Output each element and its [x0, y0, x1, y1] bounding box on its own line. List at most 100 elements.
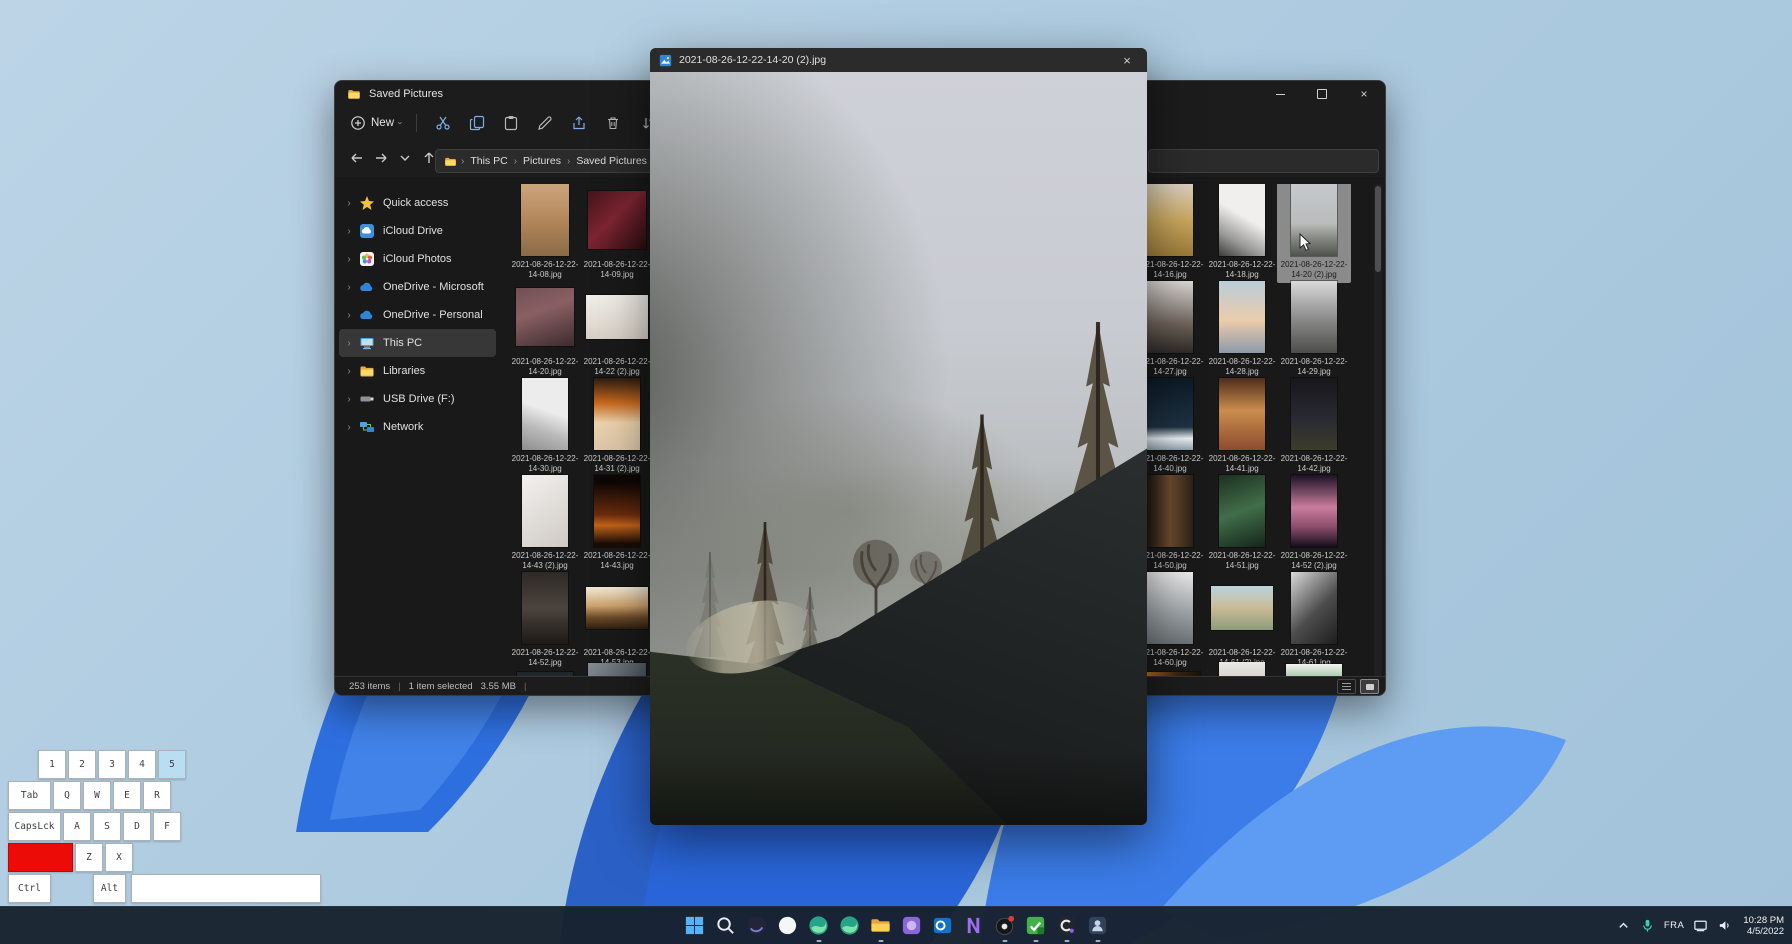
file-item[interactable]: 2021-08-26-12-22-14-09.jpg	[583, 184, 651, 280]
clock[interactable]: 10:28 PM 4/5/2022	[1743, 915, 1784, 937]
chevron-right-icon[interactable]: ›	[339, 338, 359, 349]
forward-button[interactable]	[370, 147, 392, 169]
cortana-icon[interactable]	[741, 907, 772, 944]
file-thumbnail[interactable]	[1219, 378, 1265, 450]
file-thumbnail[interactable]	[1211, 586, 1273, 630]
share-button[interactable]	[565, 110, 593, 136]
scrollbar-thumb[interactable]	[1375, 186, 1381, 272]
file-thumbnail[interactable]	[1147, 184, 1193, 256]
file-item[interactable]: 2021-08-26-12-22-14-43.jpg	[583, 475, 651, 571]
outlook-icon[interactable]	[927, 907, 958, 944]
file-thumbnail[interactable]	[594, 378, 640, 450]
cut-button[interactable]	[429, 110, 457, 136]
file-item[interactable]	[1208, 656, 1276, 677]
file-thumbnail[interactable]	[1219, 281, 1265, 353]
edge-browser-icon[interactable]	[803, 907, 834, 944]
search-input[interactable]	[1148, 149, 1379, 173]
file-thumbnail[interactable]	[1147, 378, 1193, 450]
file-thumbnail[interactable]	[1147, 281, 1193, 353]
sidebar-item-network[interactable]: ›Network	[339, 413, 496, 441]
file-item[interactable]: 2021-08-26-12-22-14-20.jpg	[511, 281, 579, 377]
file-thumbnail[interactable]	[516, 288, 574, 346]
large-icons-view-button[interactable]	[1360, 679, 1379, 694]
file-item[interactable]: 2021-08-26-12-22-14-53.jpg	[583, 572, 651, 668]
volume-icon[interactable]	[1717, 918, 1732, 933]
chevron-right-icon[interactable]: ›	[339, 394, 359, 405]
chevron-right-icon[interactable]: ›	[339, 282, 359, 293]
notion-icon[interactable]	[958, 907, 989, 944]
sidebar-item-quick-access[interactable]: ›Quick access	[339, 189, 496, 217]
hidden-icons-chevron[interactable]	[1616, 918, 1631, 933]
file-item[interactable]: 2021-08-26-12-22-14-30.jpg	[511, 378, 579, 474]
search-button[interactable]	[710, 907, 741, 944]
chevron-right-icon[interactable]: ›	[339, 254, 359, 265]
file-thumbnail[interactable]	[586, 587, 648, 629]
close-button[interactable]: ×	[1343, 81, 1385, 107]
file-item[interactable]: 2021-08-26-12-22-14-51.jpg	[1208, 475, 1276, 571]
file-item[interactable]: 2021-08-26-12-22-14-43 (2).jpg	[511, 475, 579, 571]
file-thumbnail[interactable]	[586, 295, 648, 339]
sidebar-item-icloud-drive[interactable]: ›iCloud Drive	[339, 217, 496, 245]
breadcrumb-item[interactable]: Saved Pictures	[576, 155, 647, 167]
file-item[interactable]: 2021-08-26-12-22-14-08.jpg	[511, 184, 579, 280]
breadcrumb-item[interactable]: Pictures	[523, 155, 561, 167]
file-item[interactable]: 2021-08-26-12-22-14-42.jpg	[1280, 378, 1348, 474]
file-thumbnail[interactable]	[1291, 572, 1337, 644]
file-thumbnail[interactable]	[1291, 378, 1337, 450]
file-item[interactable]	[1280, 656, 1348, 677]
language-indicator[interactable]: FRA	[1664, 920, 1685, 931]
back-button[interactable]	[346, 147, 368, 169]
widgets-icon[interactable]	[772, 907, 803, 944]
file-thumbnail[interactable]	[1291, 184, 1337, 256]
file-thumbnail[interactable]	[594, 475, 640, 547]
delete-button[interactable]	[599, 110, 627, 136]
recent-locations-button[interactable]	[394, 147, 416, 169]
file-item[interactable]: 2021-08-26-12-22-14-52 (2).jpg	[1280, 475, 1348, 571]
copy-button[interactable]	[463, 110, 491, 136]
teams-icon[interactable]	[1082, 907, 1113, 944]
file-item[interactable]: 2021-08-26-12-22-14-20 (2).jpg	[1277, 184, 1351, 283]
file-item[interactable]: 2021-08-26-12-22-14-61 (2).jpg	[1208, 572, 1276, 668]
sidebar-item-onedrive-personal[interactable]: ›OneDrive - Personal	[339, 301, 496, 329]
c-app-icon[interactable]	[1051, 907, 1082, 944]
sidebar-item-icloud-photos[interactable]: ›iCloud Photos	[339, 245, 496, 273]
file-thumbnail[interactable]	[522, 572, 568, 644]
green-app-icon[interactable]	[1020, 907, 1051, 944]
maximize-button[interactable]	[1301, 81, 1343, 107]
file-item[interactable]	[583, 656, 651, 677]
file-item[interactable]: 2021-08-26-12-22-14-18.jpg	[1208, 184, 1276, 280]
chevron-right-icon[interactable]: ›	[339, 310, 359, 321]
file-thumbnail[interactable]	[1147, 475, 1193, 547]
file-thumbnail[interactable]	[588, 663, 646, 677]
file-item[interactable]: 2021-08-26-12-22-14-61.jpg	[1280, 572, 1348, 668]
sidebar-item-this-pc[interactable]: ›This PC	[339, 329, 496, 357]
store-app-icon[interactable]	[896, 907, 927, 944]
details-view-button[interactable]	[1337, 679, 1356, 694]
breadcrumb-item[interactable]: This PC	[470, 155, 507, 167]
file-item[interactable]	[511, 656, 579, 677]
file-thumbnail[interactable]	[1219, 184, 1265, 256]
file-thumbnail[interactable]	[1291, 475, 1337, 547]
file-thumbnail[interactable]	[1219, 662, 1265, 677]
chevron-right-icon[interactable]: ›	[339, 226, 359, 237]
cast-screen-icon[interactable]	[1693, 918, 1708, 933]
file-item[interactable]: 2021-08-26-12-22-14-41.jpg	[1208, 378, 1276, 474]
scrollbar[interactable]	[1374, 184, 1382, 677]
viewer-close-button[interactable]: ×	[1107, 48, 1147, 72]
minimize-button[interactable]	[1259, 81, 1301, 107]
file-thumbnail[interactable]	[1291, 281, 1337, 353]
file-item[interactable]: 2021-08-26-12-22-14-22 (2).jpg	[583, 281, 651, 377]
file-thumbnail[interactable]	[521, 184, 569, 256]
file-item[interactable]: 2021-08-26-12-22-14-28.jpg	[1208, 281, 1276, 377]
file-thumbnail[interactable]	[1147, 572, 1193, 644]
edge-browser-2-icon[interactable]	[834, 907, 865, 944]
file-item[interactable]: 2021-08-26-12-22-14-52.jpg	[511, 572, 579, 668]
file-thumbnail[interactable]	[1219, 475, 1265, 547]
chevron-right-icon[interactable]: ›	[339, 422, 359, 433]
file-thumbnail[interactable]	[522, 378, 568, 450]
paste-button[interactable]	[497, 110, 525, 136]
sidebar-item-libraries[interactable]: ›Libraries	[339, 357, 496, 385]
sidebar-item-onedrive-microsoft[interactable]: ›OneDrive - Microsoft	[339, 273, 496, 301]
file-item[interactable]: 2021-08-26-12-22-14-29.jpg	[1280, 281, 1348, 377]
chevron-right-icon[interactable]: ›	[339, 366, 359, 377]
